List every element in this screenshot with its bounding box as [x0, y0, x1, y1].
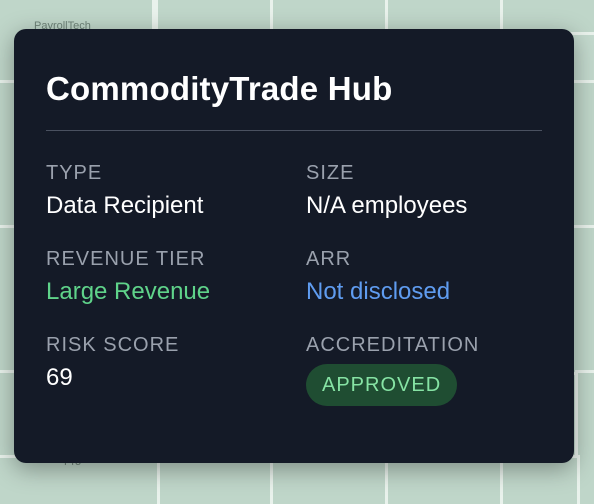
field-label: TYPE [46, 162, 103, 184]
field-size: SIZE N/A employees [306, 160, 542, 222]
risk-score-value: 69 [46, 364, 73, 391]
field-value: Data Recipient [46, 192, 204, 219]
field-type: TYPE Data Recipient [46, 160, 306, 222]
revenue-tier-value: Large Revenue [46, 278, 211, 305]
arr-value: Not disclosed [306, 278, 451, 305]
field-label: ACCREDITATION [306, 334, 480, 356]
field-label: SIZE [306, 162, 355, 184]
field-accreditation: ACCREDITATION APPROVED [306, 332, 542, 406]
field-revenue-tier: REVENUE TIER Large Revenue [46, 246, 306, 308]
field-label: RISK SCORE [46, 334, 180, 356]
field-label: REVENUE TIER [46, 248, 206, 270]
field-risk-score: RISK SCORE 69 [46, 332, 306, 406]
company-info-card: CommodityTrade Hub TYPE Data Recipient S… [14, 29, 574, 463]
company-title: CommodityTrade Hub [46, 70, 393, 107]
title-divider [46, 130, 542, 131]
field-value: N/A employees [306, 192, 468, 219]
field-arr: ARR Not disclosed [306, 246, 542, 308]
field-label: ARR [306, 248, 352, 270]
company-details-grid: TYPE Data Recipient SIZE N/A employees R… [46, 160, 542, 406]
accreditation-status-badge: APPROVED [306, 364, 458, 406]
